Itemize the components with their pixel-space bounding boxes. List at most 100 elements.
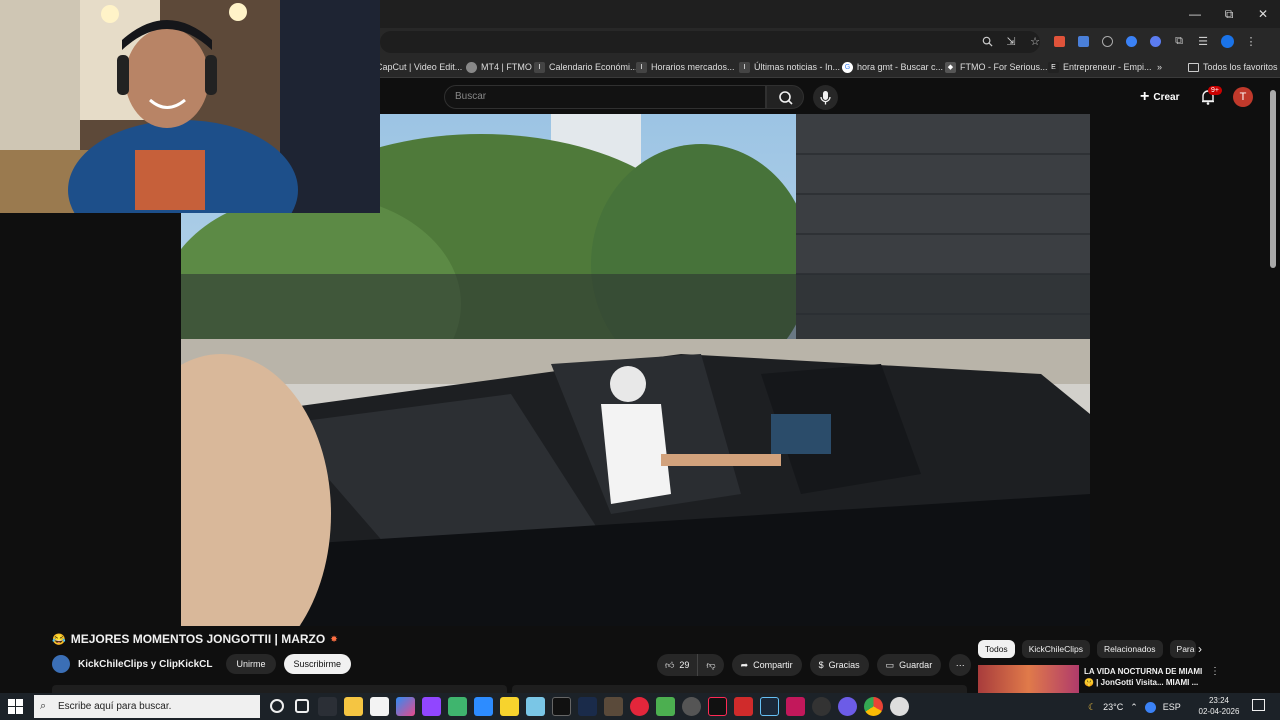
search-button[interactable]: [766, 85, 804, 109]
extension-icon[interactable]: [1146, 32, 1164, 50]
twitch-icon[interactable]: [422, 697, 441, 716]
search-icon: ⌕: [40, 700, 47, 712]
bookmark-label: FTMO - For Serious...: [960, 62, 1048, 72]
app-icon[interactable]: [812, 697, 831, 716]
share-button[interactable]: ➦ Compartir: [731, 654, 802, 676]
bookmark-item[interactable]: Ghora gmt - Buscar c...: [842, 59, 943, 75]
dislike-button[interactable]: 👎︎: [698, 654, 723, 676]
file-explorer-icon[interactable]: [344, 697, 363, 716]
menu-icon[interactable]: ⋮: [1242, 32, 1260, 50]
capcut-app-icon[interactable]: [552, 697, 571, 716]
weather-temp[interactable]: 23°C: [1103, 702, 1123, 712]
extension-icon[interactable]: [1122, 32, 1140, 50]
chevron-up-icon[interactable]: ⌃: [1130, 702, 1138, 713]
profile-icon[interactable]: [1218, 32, 1236, 50]
account-avatar[interactable]: T: [1233, 87, 1253, 107]
bookmark-item[interactable]: E Entrepreneur - Empi...: [1048, 59, 1152, 75]
bookmark-item[interactable]: I Horarios mercados...: [636, 59, 735, 75]
minimize-button[interactable]: —: [1178, 0, 1212, 28]
google-icon: G: [842, 61, 853, 73]
super-thanks-icon: $: [818, 660, 824, 670]
bookmark-item[interactable]: ◆ FTMO - For Serious...: [945, 59, 1048, 75]
like-button[interactable]: 👍︎ 29: [657, 654, 699, 676]
notepad-icon[interactable]: [370, 697, 389, 716]
chip-all[interactable]: Todos: [978, 640, 1015, 658]
bookmark-item[interactable]: I Últimas noticias - In...: [739, 59, 840, 75]
opera-icon[interactable]: [630, 697, 649, 716]
content-card: [512, 685, 967, 693]
windows-logo-icon: [16, 699, 23, 706]
tiktok-icon[interactable]: [708, 697, 727, 716]
bookmark-label: CapCut | Video Edit...: [376, 62, 463, 72]
app-icon[interactable]: [604, 697, 623, 716]
voice-search-button[interactable]: [813, 85, 838, 110]
language-indicator[interactable]: ESP: [1163, 702, 1181, 712]
app-icon[interactable]: [526, 697, 545, 716]
thanks-button[interactable]: $ Gracias: [809, 654, 869, 676]
cortana-icon[interactable]: [270, 699, 284, 713]
bookmarks-more-button[interactable]: »: [1157, 59, 1162, 75]
video-thumbnail[interactable]: [978, 665, 1079, 693]
copilot-icon[interactable]: [396, 697, 415, 716]
notification-center-icon[interactable]: [1252, 699, 1265, 711]
chevron-right-icon[interactable]: ›: [1198, 642, 1202, 656]
recommended-video-title[interactable]: LA VIDA NOCTURNA DE MIAMI 🤫 | JonGotti V…: [1084, 666, 1204, 688]
reading-list-icon[interactable]: ☰: [1194, 32, 1212, 50]
translate-icon[interactable]: [1074, 32, 1092, 50]
steam-icon[interactable]: [760, 697, 779, 716]
bookmark-item[interactable]: CapCut | Video Edit...: [376, 59, 462, 75]
chip-related[interactable]: Relacionados: [1097, 640, 1163, 658]
close-button[interactable]: ✕: [1246, 0, 1280, 28]
start-button[interactable]: [8, 699, 23, 714]
bookmark-star-icon[interactable]: ☆: [1026, 32, 1044, 50]
chip-for-you[interactable]: Para: [1169, 640, 1196, 658]
bookmark-label: Calendario Económi...: [549, 62, 638, 72]
maximize-button[interactable]: ⧉: [1212, 0, 1246, 28]
taskbar-search-input[interactable]: Escribe aquí para buscar.: [34, 695, 260, 718]
install-app-icon[interactable]: ⇲: [1002, 32, 1020, 50]
more-actions-button[interactable]: ⋯: [949, 654, 972, 676]
app-icon[interactable]: [838, 697, 857, 716]
thumbs-down-icon: 👎︎: [706, 659, 716, 670]
emoji-icon: 😂: [52, 633, 66, 646]
sticky-notes-icon[interactable]: [500, 697, 519, 716]
settings-icon[interactable]: [682, 697, 701, 716]
all-bookmarks-folder[interactable]: Todos los favoritos: [1188, 59, 1278, 75]
bookmark-item[interactable]: I Calendario Económi...: [534, 59, 638, 75]
zoom-icon[interactable]: [978, 32, 996, 50]
bookmark-label: MT4 | FTMO: [481, 62, 532, 72]
join-button[interactable]: Unirme: [226, 654, 276, 674]
zoom-app-icon[interactable]: [474, 697, 493, 716]
app-icon[interactable]: [890, 697, 909, 716]
clock-time: 23:24: [1208, 696, 1230, 705]
subscribe-button[interactable]: Suscribirme: [283, 654, 352, 674]
page-scrollbar[interactable]: [1270, 90, 1276, 268]
chrome-icon[interactable]: [864, 697, 883, 716]
network-icon[interactable]: [1144, 701, 1156, 713]
extension-icon[interactable]: [1050, 32, 1068, 50]
minecraft-icon[interactable]: [656, 697, 675, 716]
bookmark-item[interactable]: MT4 | FTMO: [466, 59, 532, 75]
more-vert-icon[interactable]: ⋮: [1210, 666, 1220, 677]
save-button[interactable]: ▭ Guardar: [876, 654, 942, 676]
browser-toolbar-icons: ⇲ ☆ ⧉ ☰ ⋮: [978, 32, 1260, 50]
url-field[interactable]: [380, 31, 1040, 53]
recommended-video[interactable]: LA VIDA NOCTURNA DE MIAMI 🤫 | JonGotti V…: [978, 665, 1208, 693]
channel-name[interactable]: KickChileClips y ClipKickCL: [78, 659, 212, 670]
search-input[interactable]: Buscar: [444, 85, 766, 109]
taskbar-clock[interactable]: 23:24 02-04-2026: [1198, 695, 1240, 717]
app-icon[interactable]: [448, 697, 467, 716]
task-view-icon[interactable]: [295, 699, 309, 713]
app-icon[interactable]: [578, 697, 597, 716]
extension-icon[interactable]: [1098, 32, 1116, 50]
share-icon: ➦: [740, 659, 749, 670]
like-dislike-group: 👍︎ 29 👎︎: [657, 654, 724, 676]
puzzle-icon[interactable]: ⧉: [1170, 32, 1188, 50]
app-icon[interactable]: [786, 697, 805, 716]
chip-channel[interactable]: KickChileClips: [1021, 640, 1091, 658]
app-icon[interactable]: [734, 697, 753, 716]
folder-icon: [1188, 62, 1199, 72]
app-icon[interactable]: [318, 697, 337, 716]
channel-avatar[interactable]: [52, 655, 70, 673]
create-button[interactable]: + Crear: [1140, 87, 1179, 107]
